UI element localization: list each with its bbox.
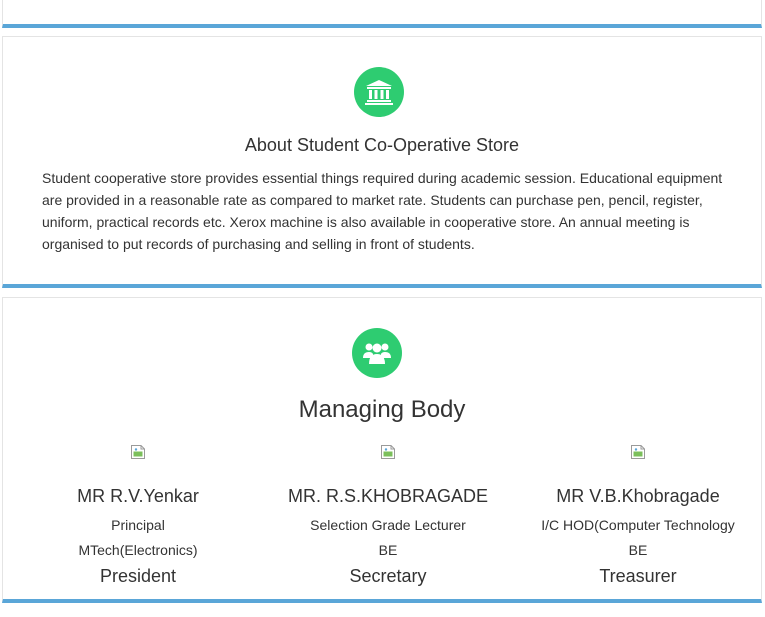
member-card: MR V.B.Khobragade I/C HOD(Computer Techn… — [513, 444, 763, 589]
member-role: Treasurer — [599, 566, 677, 586]
member-role: Secretary — [349, 566, 427, 586]
members-list: MR R.V.Yenkar Principal MTech(Electronic… — [3, 444, 761, 589]
previous-section-card — [2, 0, 762, 28]
member-card: MR. R.S.KHOBRAGADE Selection Grade Lectu… — [263, 444, 513, 589]
page: About Student Co-Operative Store Student… — [0, 0, 765, 617]
member-qualification: MTech(Electronics) — [78, 542, 198, 558]
about-description: Student cooperative store provides essen… — [42, 170, 723, 252]
about-title: About Student Co-Operative Store — [244, 135, 520, 155]
member-name: MR. R.S.KHOBRAGADE — [287, 486, 489, 506]
managing-body-card: Managing Body MR R.V.Yenkar Principal MT… — [2, 297, 762, 603]
member-card: MR R.V.Yenkar Principal MTech(Electronic… — [13, 444, 263, 589]
member-designation: Principal — [111, 517, 165, 533]
broken-image-icon — [130, 444, 146, 460]
member-name: MR V.B.Khobragade — [556, 486, 720, 506]
bank-icon — [354, 67, 404, 117]
broken-image-icon — [380, 444, 396, 460]
member-designation: Selection Grade Lecturer — [310, 517, 466, 533]
users-icon — [352, 328, 402, 378]
member-role: President — [99, 566, 177, 586]
member-qualification: BE — [628, 542, 648, 558]
member-qualification: BE — [378, 542, 398, 558]
member-designation: I/C HOD(Computer Technology — [541, 517, 735, 533]
managing-body-title: Managing Body — [298, 396, 466, 423]
broken-image-icon — [630, 444, 646, 460]
about-store-card: About Student Co-Operative Store Student… — [2, 36, 762, 288]
member-name: MR R.V.Yenkar — [77, 486, 199, 506]
